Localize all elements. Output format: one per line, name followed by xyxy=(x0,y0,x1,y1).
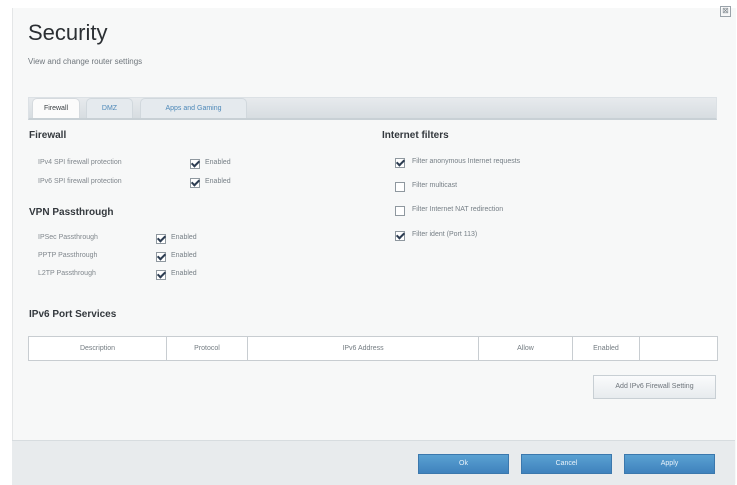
vpn-section-title: VPN Passthrough xyxy=(29,207,114,218)
add-ipv6-firewall-setting-button[interactable]: Add IPv6 Firewall Setting xyxy=(593,375,716,399)
page-subtitle: View and change router settings xyxy=(28,57,143,66)
ipv4-spi-label: IPv4 SPI firewall protection xyxy=(38,159,122,166)
ipv6-port-services-title: IPv6 Port Services xyxy=(29,309,117,320)
ipv6-spi-checkbox[interactable] xyxy=(190,178,200,188)
security-panel xyxy=(12,8,736,484)
pptp-enabled-label: Enabled xyxy=(171,252,197,259)
ipsec-enabled-label: Enabled xyxy=(171,234,197,241)
ipv4-spi-checkbox[interactable] xyxy=(190,159,200,169)
ipv6-spi-enabled-label: Enabled xyxy=(205,178,231,185)
ok-button[interactable]: Ok xyxy=(418,454,509,474)
firewall-section-title: Firewall xyxy=(29,130,67,141)
ipsec-checkbox[interactable] xyxy=(156,234,166,244)
l2tp-label: L2TP Passthrough xyxy=(38,270,96,277)
column-enabled: Enabled xyxy=(573,337,640,360)
l2tp-enabled-label: Enabled xyxy=(171,270,197,277)
column-actions xyxy=(640,337,716,360)
filter-anonymous-label: Filter anonymous Internet requests xyxy=(412,158,521,165)
filter-nat-redirection-checkbox[interactable] xyxy=(395,206,405,216)
page-title: Security xyxy=(28,20,108,45)
tab-apps-and-gaming[interactable]: Apps and Gaming xyxy=(140,98,247,118)
ipv6-spi-label: IPv6 SPI firewall protection xyxy=(38,178,122,185)
filter-ident-label: Filter ident (Port 113) xyxy=(412,231,478,238)
close-icon[interactable]: ⊠ xyxy=(720,6,731,17)
l2tp-checkbox[interactable] xyxy=(156,270,166,280)
pptp-label: PPTP Passthrough xyxy=(38,252,98,259)
ipsec-label: IPSec Passthrough xyxy=(38,234,98,241)
filter-multicast-checkbox[interactable] xyxy=(395,182,405,192)
tab-firewall[interactable]: Firewall xyxy=(32,98,80,118)
filter-anonymous-checkbox[interactable] xyxy=(395,158,405,168)
column-description: Description xyxy=(29,337,167,360)
filter-ident-checkbox[interactable] xyxy=(395,231,405,241)
column-allow: Allow xyxy=(479,337,573,360)
apply-button[interactable]: Apply xyxy=(624,454,715,474)
column-protocol: Protocol xyxy=(167,337,248,360)
filter-nat-redirection-label: Filter Internet NAT redirection xyxy=(412,206,504,213)
ipv4-spi-enabled-label: Enabled xyxy=(205,159,231,166)
filter-multicast-label: Filter multicast xyxy=(412,182,458,189)
internet-filters-section-title: Internet filters xyxy=(382,130,449,141)
tab-dmz[interactable]: DMZ xyxy=(86,98,133,118)
cancel-button[interactable]: Cancel xyxy=(521,454,612,474)
pptp-checkbox[interactable] xyxy=(156,252,166,262)
ipv6-port-services-table: Description Protocol IPv6 Address Allow … xyxy=(28,336,718,361)
column-ipv6-address: IPv6 Address xyxy=(248,337,479,360)
